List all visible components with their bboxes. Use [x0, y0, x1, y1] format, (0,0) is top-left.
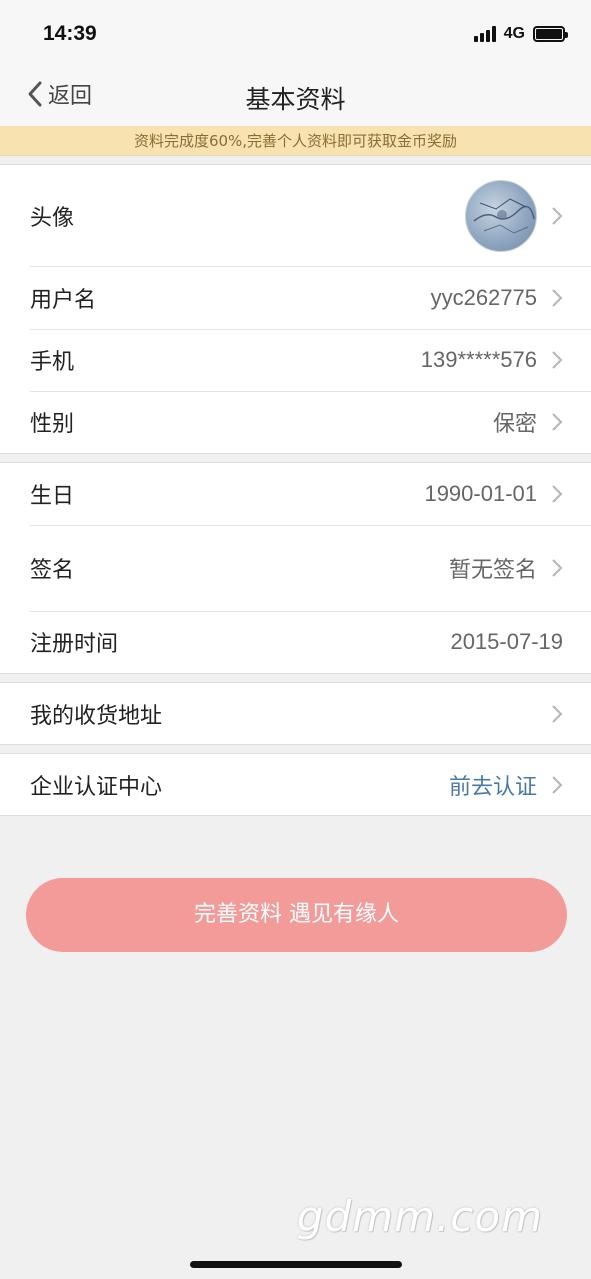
enterprise-label: 企业认证中心 [30, 774, 163, 800]
username-value: yyc262775 [430, 284, 537, 310]
network-type: 4G [503, 25, 525, 42]
register-value: 2015-07-19 [450, 629, 563, 654]
signal-icon [473, 26, 496, 42]
profile-group-enterprise: 企业认证中心 前去认证 [0, 753, 591, 816]
row-avatar[interactable]: 头像 [0, 165, 591, 266]
signature-value: 暂无签名 [448, 557, 537, 582]
row-gender[interactable]: 性别 保密 [0, 391, 591, 453]
gender-label: 性别 [30, 412, 75, 437]
register-label: 注册时间 [30, 632, 119, 657]
battery-icon [533, 26, 568, 42]
address-label: 我的收货地址 [30, 703, 163, 729]
completion-banner: 资料完成度60%,完善个人资料即可获取金币奖励 [0, 126, 591, 156]
chevron-right-icon [552, 485, 563, 503]
signature-label: 签名 [30, 558, 75, 583]
row-phone[interactable]: 手机 139*****576 [0, 329, 591, 391]
avatar [465, 179, 537, 252]
profile-group-basic: 头像 用户名 yyc262775 手机 139*****576 性别 保密 [0, 164, 591, 454]
profile-group-address: 我的收货地址 [0, 682, 591, 745]
chevron-right-icon [552, 206, 563, 225]
chevron-right-icon [552, 559, 563, 577]
chevron-right-icon [552, 775, 563, 794]
nav-bar: 返回 基本资料 [0, 66, 591, 126]
avatar-label: 头像 [30, 205, 75, 231]
chevron-right-icon [552, 413, 563, 431]
status-bar: 14:39 4G [0, 0, 591, 66]
page-title: 基本资料 [245, 85, 346, 114]
gender-value: 保密 [492, 411, 537, 436]
row-birthday[interactable]: 生日 1990-01-01 [0, 463, 591, 525]
row-address[interactable]: 我的收货地址 [0, 683, 591, 744]
chevron-right-icon [552, 351, 563, 369]
birthday-value: 1990-01-01 [424, 481, 537, 506]
chevron-right-icon [552, 288, 563, 307]
status-icons: 4G [473, 25, 568, 43]
chevron-right-icon [552, 704, 563, 723]
enterprise-link[interactable]: 前去认证 [449, 769, 537, 801]
phone-label: 手机 [30, 350, 75, 375]
complete-profile-button[interactable]: 完善资料 遇见有缘人 [26, 878, 567, 952]
username-label: 用户名 [30, 287, 97, 313]
row-username[interactable]: 用户名 yyc262775 [0, 266, 591, 329]
profile-group-details: 生日 1990-01-01 签名 暂无签名 注册时间 2015-07-19 [0, 462, 591, 674]
watermark: gdmm.com [296, 1192, 543, 1241]
row-signature[interactable]: 签名 暂无签名 [0, 525, 591, 611]
status-time: 14:39 [43, 22, 97, 45]
birthday-label: 生日 [30, 484, 75, 509]
home-indicator[interactable] [190, 1261, 402, 1268]
phone-value: 139*****576 [420, 347, 537, 372]
row-enterprise[interactable]: 企业认证中心 前去认证 [0, 754, 591, 815]
row-register-time: 注册时间 2015-07-19 [0, 611, 591, 673]
